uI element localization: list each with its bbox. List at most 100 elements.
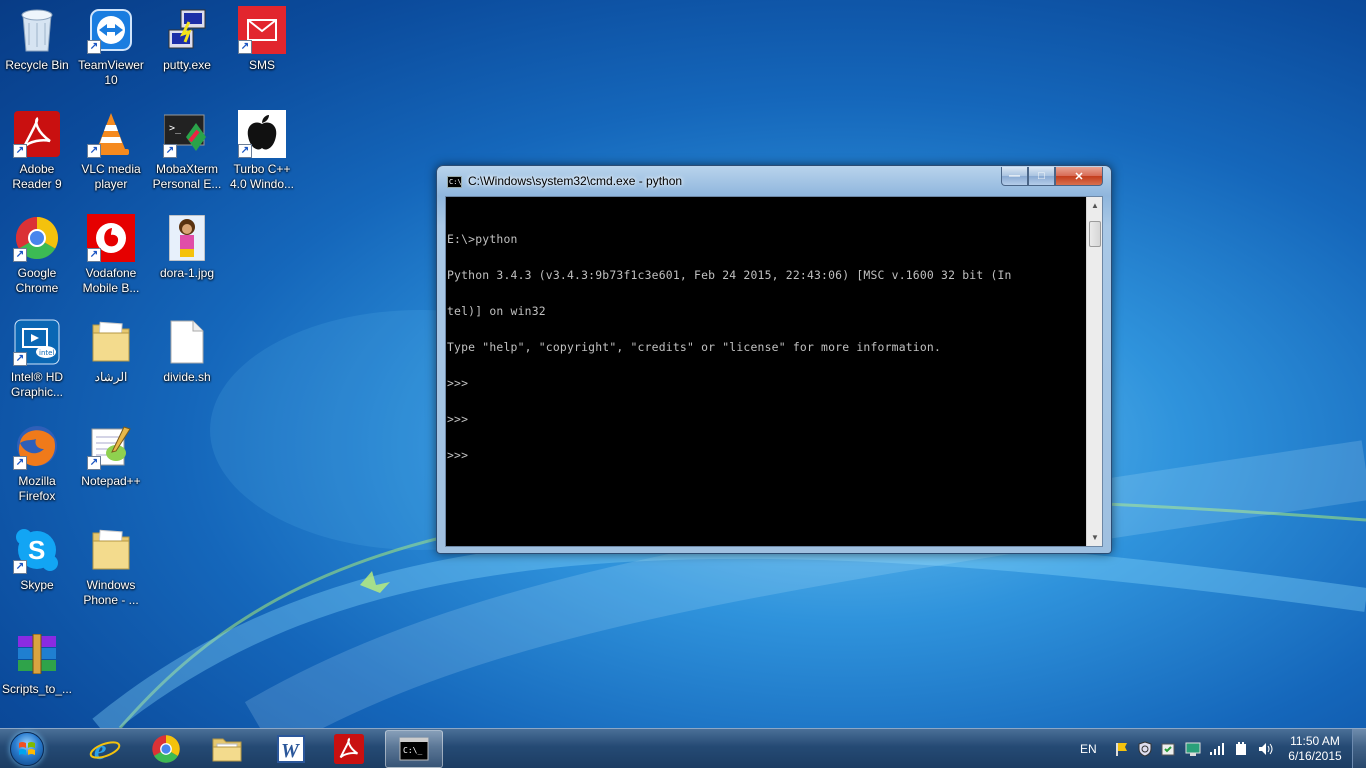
clock-time: 11:50 AM bbox=[1290, 734, 1340, 748]
mobaxterm-icon: >_ ↗ bbox=[163, 110, 211, 158]
desktop-icon-vodafone[interactable]: ↗ Vodafone Mobile B... bbox=[74, 208, 148, 304]
window-titlebar[interactable]: C:\ C:\Windows\system32\cmd.exe - python… bbox=[437, 166, 1111, 196]
desktop-icon-sms[interactable]: ↗ SMS bbox=[225, 0, 299, 96]
desktop-icon-label: Scripts_to_... bbox=[1, 682, 73, 696]
internet-explorer-icon: e bbox=[89, 735, 121, 764]
desktop-icon-windows-phone-folder[interactable]: Windows Phone - ... bbox=[74, 520, 148, 616]
tray-app-icon[interactable] bbox=[1160, 741, 1176, 757]
taskbar-microsoft-word[interactable]: W bbox=[262, 730, 320, 768]
maximize-button[interactable]: □ bbox=[1028, 167, 1055, 186]
taskbar-google-chrome[interactable] bbox=[137, 730, 195, 768]
power-icon[interactable] bbox=[1233, 741, 1249, 757]
minimize-button[interactable]: — bbox=[1001, 167, 1028, 186]
word-icon: W bbox=[277, 735, 305, 763]
desktop-icon-recycle-bin[interactable]: Recycle Bin bbox=[0, 0, 74, 96]
desktop-icon-notepad-plus-plus[interactable]: ↗ Notepad++ bbox=[74, 416, 148, 512]
shortcut-arrow-icon: ↗ bbox=[13, 456, 27, 470]
shortcut-arrow-icon: ↗ bbox=[87, 248, 101, 262]
vertical-scrollbar[interactable]: ▲ ▼ bbox=[1086, 197, 1102, 546]
desktop-icon-label: Mozilla Firefox bbox=[18, 474, 56, 503]
desktop-icon-label: Intel® HD Graphic... bbox=[10, 370, 64, 399]
svg-text:W: W bbox=[281, 740, 300, 762]
console-line: >>> bbox=[447, 412, 469, 426]
language-indicator[interactable]: EN bbox=[1080, 729, 1097, 768]
shortcut-arrow-icon: ↗ bbox=[87, 144, 101, 158]
vlc-cone-icon: ↗ bbox=[87, 110, 135, 158]
file-icon bbox=[163, 318, 211, 366]
system-clock[interactable]: 11:50 AM 6/16/2015 bbox=[1285, 734, 1345, 764]
desktop-icon-teamviewer[interactable]: ↗ TeamViewer 10 bbox=[74, 0, 148, 96]
taskbar: e W C:\_ EN 11:50 AM 6/16/2015 bbox=[0, 728, 1366, 768]
show-desktop-button[interactable] bbox=[1352, 729, 1366, 768]
folder-icon bbox=[87, 318, 135, 366]
desktop-icon-label: Adobe Reader 9 bbox=[12, 162, 62, 191]
desktop-icon-putty[interactable]: putty.exe bbox=[150, 0, 224, 96]
shortcut-arrow-icon: ↗ bbox=[13, 560, 27, 574]
desktop-icon-label: Skype bbox=[20, 578, 54, 592]
console-area[interactable]: E:\>python Python 3.4.3 (v3.4.3:9b73f1c3… bbox=[445, 196, 1103, 547]
cmd-window[interactable]: C:\ C:\Windows\system32\cmd.exe - python… bbox=[436, 165, 1112, 554]
cmd-app-icon[interactable]: C:\ bbox=[447, 176, 462, 188]
taskbar-command-prompt[interactable]: C:\_ bbox=[385, 730, 443, 768]
desktop-icon-skype[interactable]: S ↗ Skype bbox=[0, 520, 74, 616]
chrome-icon: ↗ bbox=[13, 214, 61, 262]
taskbar-internet-explorer[interactable]: e bbox=[76, 730, 134, 768]
shortcut-arrow-icon: ↗ bbox=[87, 40, 101, 54]
sms-icon: ↗ bbox=[238, 6, 286, 54]
firefox-icon: ↗ bbox=[13, 422, 61, 470]
volume-icon[interactable] bbox=[1257, 741, 1273, 757]
scroll-down-arrow-icon[interactable]: ▼ bbox=[1087, 529, 1103, 546]
console-line: >>> bbox=[447, 376, 469, 390]
recycle-bin-icon bbox=[13, 6, 61, 54]
console-line: E:\>python bbox=[447, 232, 518, 246]
desktop-icon-folder-arabic[interactable]: الرشاد bbox=[74, 312, 148, 408]
notepad-plus-plus-icon: ↗ bbox=[87, 422, 135, 470]
svg-text:S: S bbox=[28, 535, 45, 565]
desktop-icon-label: dora-1.jpg bbox=[159, 266, 215, 280]
desktop-icon-label: TeamViewer 10 bbox=[78, 58, 144, 87]
desktop-icon-mobaxterm[interactable]: >_ ↗ MobaXterm Personal E... bbox=[150, 104, 224, 200]
shortcut-arrow-icon: ↗ bbox=[87, 456, 101, 470]
close-button[interactable]: ✕ bbox=[1055, 167, 1103, 186]
desktop-icon-divide-sh[interactable]: divide.sh bbox=[150, 312, 224, 408]
desktop-icon-label: Google Chrome bbox=[15, 266, 59, 295]
shortcut-arrow-icon: ↗ bbox=[238, 144, 252, 158]
desktop-icon-dora-jpg[interactable]: dora-1.jpg bbox=[150, 208, 224, 304]
clock-date: 6/16/2015 bbox=[1288, 749, 1342, 763]
scrollbar-thumb[interactable] bbox=[1089, 221, 1101, 247]
console-line: Type "help", "copyright", "credits" or "… bbox=[447, 340, 942, 354]
security-shield-icon[interactable] bbox=[1137, 741, 1153, 757]
desktop-icon-turbo-cpp[interactable]: ↗ Turbo C++ 4.0 Windo... bbox=[225, 104, 299, 200]
svg-text:>_: >_ bbox=[169, 123, 182, 134]
taskbar-windows-explorer[interactable] bbox=[198, 730, 256, 768]
action-center-flag-icon[interactable] bbox=[1114, 741, 1130, 757]
network-icon[interactable] bbox=[1185, 741, 1201, 757]
adobe-reader-icon bbox=[334, 734, 364, 764]
taskbar-adobe-reader[interactable] bbox=[320, 730, 378, 768]
console-output: E:\>python Python 3.4.3 (v3.4.3:9b73f1c3… bbox=[447, 209, 1087, 485]
desktop-icon-google-chrome[interactable]: ↗ Google Chrome bbox=[0, 208, 74, 304]
console-line: tel)] on win32 bbox=[447, 304, 546, 318]
scroll-up-arrow-icon[interactable]: ▲ bbox=[1087, 197, 1103, 214]
winrar-archive-icon bbox=[13, 630, 61, 678]
desktop-icon-scripts-archive[interactable]: Scripts_to_... bbox=[0, 624, 74, 720]
desktop-icon-vlc[interactable]: ↗ VLC media player bbox=[74, 104, 148, 200]
putty-icon bbox=[163, 6, 211, 54]
desktop-icon-label: Notepad++ bbox=[81, 474, 141, 488]
start-button[interactable] bbox=[4, 730, 50, 768]
teamviewer-icon: ↗ bbox=[87, 6, 135, 54]
shortcut-arrow-icon: ↗ bbox=[13, 352, 27, 366]
desktop-icon-label: Recycle Bin bbox=[5, 58, 69, 72]
intel-graphics-icon: intel ↗ bbox=[13, 318, 61, 366]
console-prompt-line: >>> bbox=[447, 448, 469, 462]
desktop-icon-mozilla-firefox[interactable]: ↗ Mozilla Firefox bbox=[0, 416, 74, 512]
signal-strength-icon[interactable] bbox=[1209, 741, 1225, 757]
shortcut-arrow-icon: ↗ bbox=[13, 144, 27, 158]
folder-icon bbox=[212, 738, 242, 762]
desktop-icon-adobe-reader[interactable]: ↗ Adobe Reader 9 bbox=[0, 104, 74, 200]
shortcut-arrow-icon: ↗ bbox=[13, 248, 27, 262]
desktop-icon-label: Turbo C++ 4.0 Windo... bbox=[229, 162, 295, 191]
desktop-icon-intel-hd-graphics[interactable]: intel ↗ Intel® HD Graphic... bbox=[0, 312, 74, 408]
desktop-icon-label: الرشاد bbox=[94, 370, 128, 384]
image-file-icon bbox=[163, 214, 211, 262]
